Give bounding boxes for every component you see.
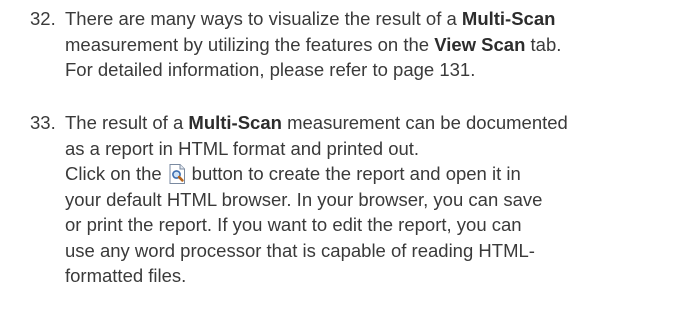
text-segment: The result of a [65, 112, 189, 133]
step-line: For detailed information, please refer t… [65, 59, 476, 80]
step-number: 32. [30, 8, 56, 29]
bold-term: Multi-Scan [188, 112, 282, 133]
text-segment: Click on the [65, 163, 162, 184]
text-segment: measurement can be documented [281, 112, 568, 133]
text-segment: tab. [525, 33, 562, 55]
step-line: or print the report. If you want to edit… [65, 214, 522, 235]
bold-term: View Scan [434, 33, 526, 55]
report-preview-icon[interactable] [166, 163, 188, 185]
manual-page: 32. There are many ways to visualize the… [0, 0, 698, 309]
step-line: The result of a Multi-Scan measurement c… [65, 110, 670, 136]
step-line: measurement by utilizing the features on… [65, 32, 670, 58]
text-segment: button to create the report and open it … [191, 163, 521, 184]
text-segment: measurement by utilizing the features on… [65, 33, 435, 55]
step-text: The result of a Multi-Scan measurement c… [65, 110, 670, 289]
step-line: There are many ways to visualize the res… [65, 6, 670, 32]
step-text: There are many ways to visualize the res… [65, 6, 670, 83]
bold-term: Multi-Scan [461, 8, 556, 29]
text-segment: There are many ways to visualize the res… [65, 8, 462, 29]
step-line: use any word processor that is capable o… [65, 239, 535, 261]
step-line: your default HTML browser. In your brows… [65, 188, 543, 210]
step-line: as a report in HTML format and printed o… [65, 137, 420, 159]
step-number: 33. [30, 112, 56, 133]
step-line: formatted files. [65, 265, 187, 286]
step-line: Click on the button to create the report… [65, 161, 670, 187]
